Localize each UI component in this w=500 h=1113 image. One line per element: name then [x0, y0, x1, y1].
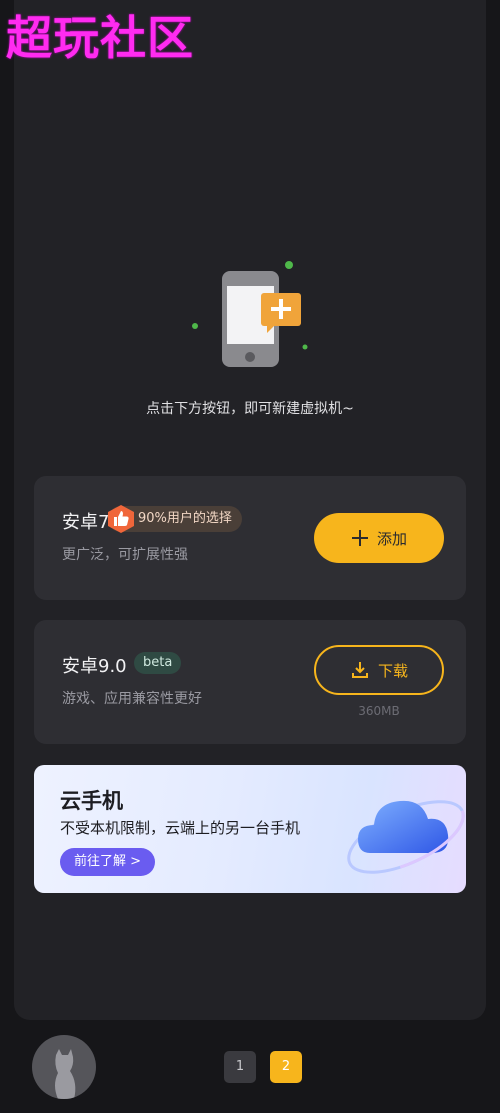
plus-icon [351, 530, 368, 546]
android-9-subtitle: 游戏、应用兼容性更好 [62, 691, 202, 707]
add-button[interactable]: 添加 [314, 513, 444, 563]
watermark-logo: 超玩社区 [6, 11, 194, 65]
page-1-button[interactable]: 1 [224, 1051, 256, 1083]
popular-badge: 90%用户的选择 [108, 505, 242, 533]
android-7-card: 安卓7.1.2 更广泛，可扩展性强 添加 [34, 476, 466, 600]
android-9-title: 安卓9.0 [62, 656, 127, 677]
beta-badge: beta [134, 652, 182, 674]
android-7-subtitle: 更广泛，可扩展性强 [62, 547, 188, 563]
cloud-phone-banner[interactable]: 云手机 不受本机限制，云端上的另一台手机 前往了解 > [34, 765, 466, 893]
hint-text: 点击下方按钮，即可新建虚拟机~ [146, 401, 354, 417]
learn-more-button[interactable]: 前往了解 > [60, 848, 156, 876]
thumbs-up-icon [108, 505, 134, 533]
cat-icon [55, 1049, 76, 1099]
download-button[interactable]: 下载 [314, 645, 444, 695]
download-size: 360MB [358, 704, 400, 718]
banner-subtitle: 不受本机限制，云端上的另一台手机 [60, 819, 301, 837]
new-vm-illustration [192, 261, 308, 367]
popular-badge-label: 90%用户的选择 [138, 511, 232, 526]
cloud-icon [347, 800, 465, 874]
download-button-label: 下载 [377, 661, 408, 680]
add-button-label: 添加 [376, 529, 407, 548]
page-2-button[interactable]: 2 [270, 1051, 302, 1083]
android-9-card: 安卓9.0 beta 游戏、应用兼容性更好 下载 360MB [34, 620, 466, 744]
download-icon [351, 662, 368, 678]
avatar[interactable] [32, 1035, 96, 1099]
banner-title: 云手机 [60, 789, 123, 813]
